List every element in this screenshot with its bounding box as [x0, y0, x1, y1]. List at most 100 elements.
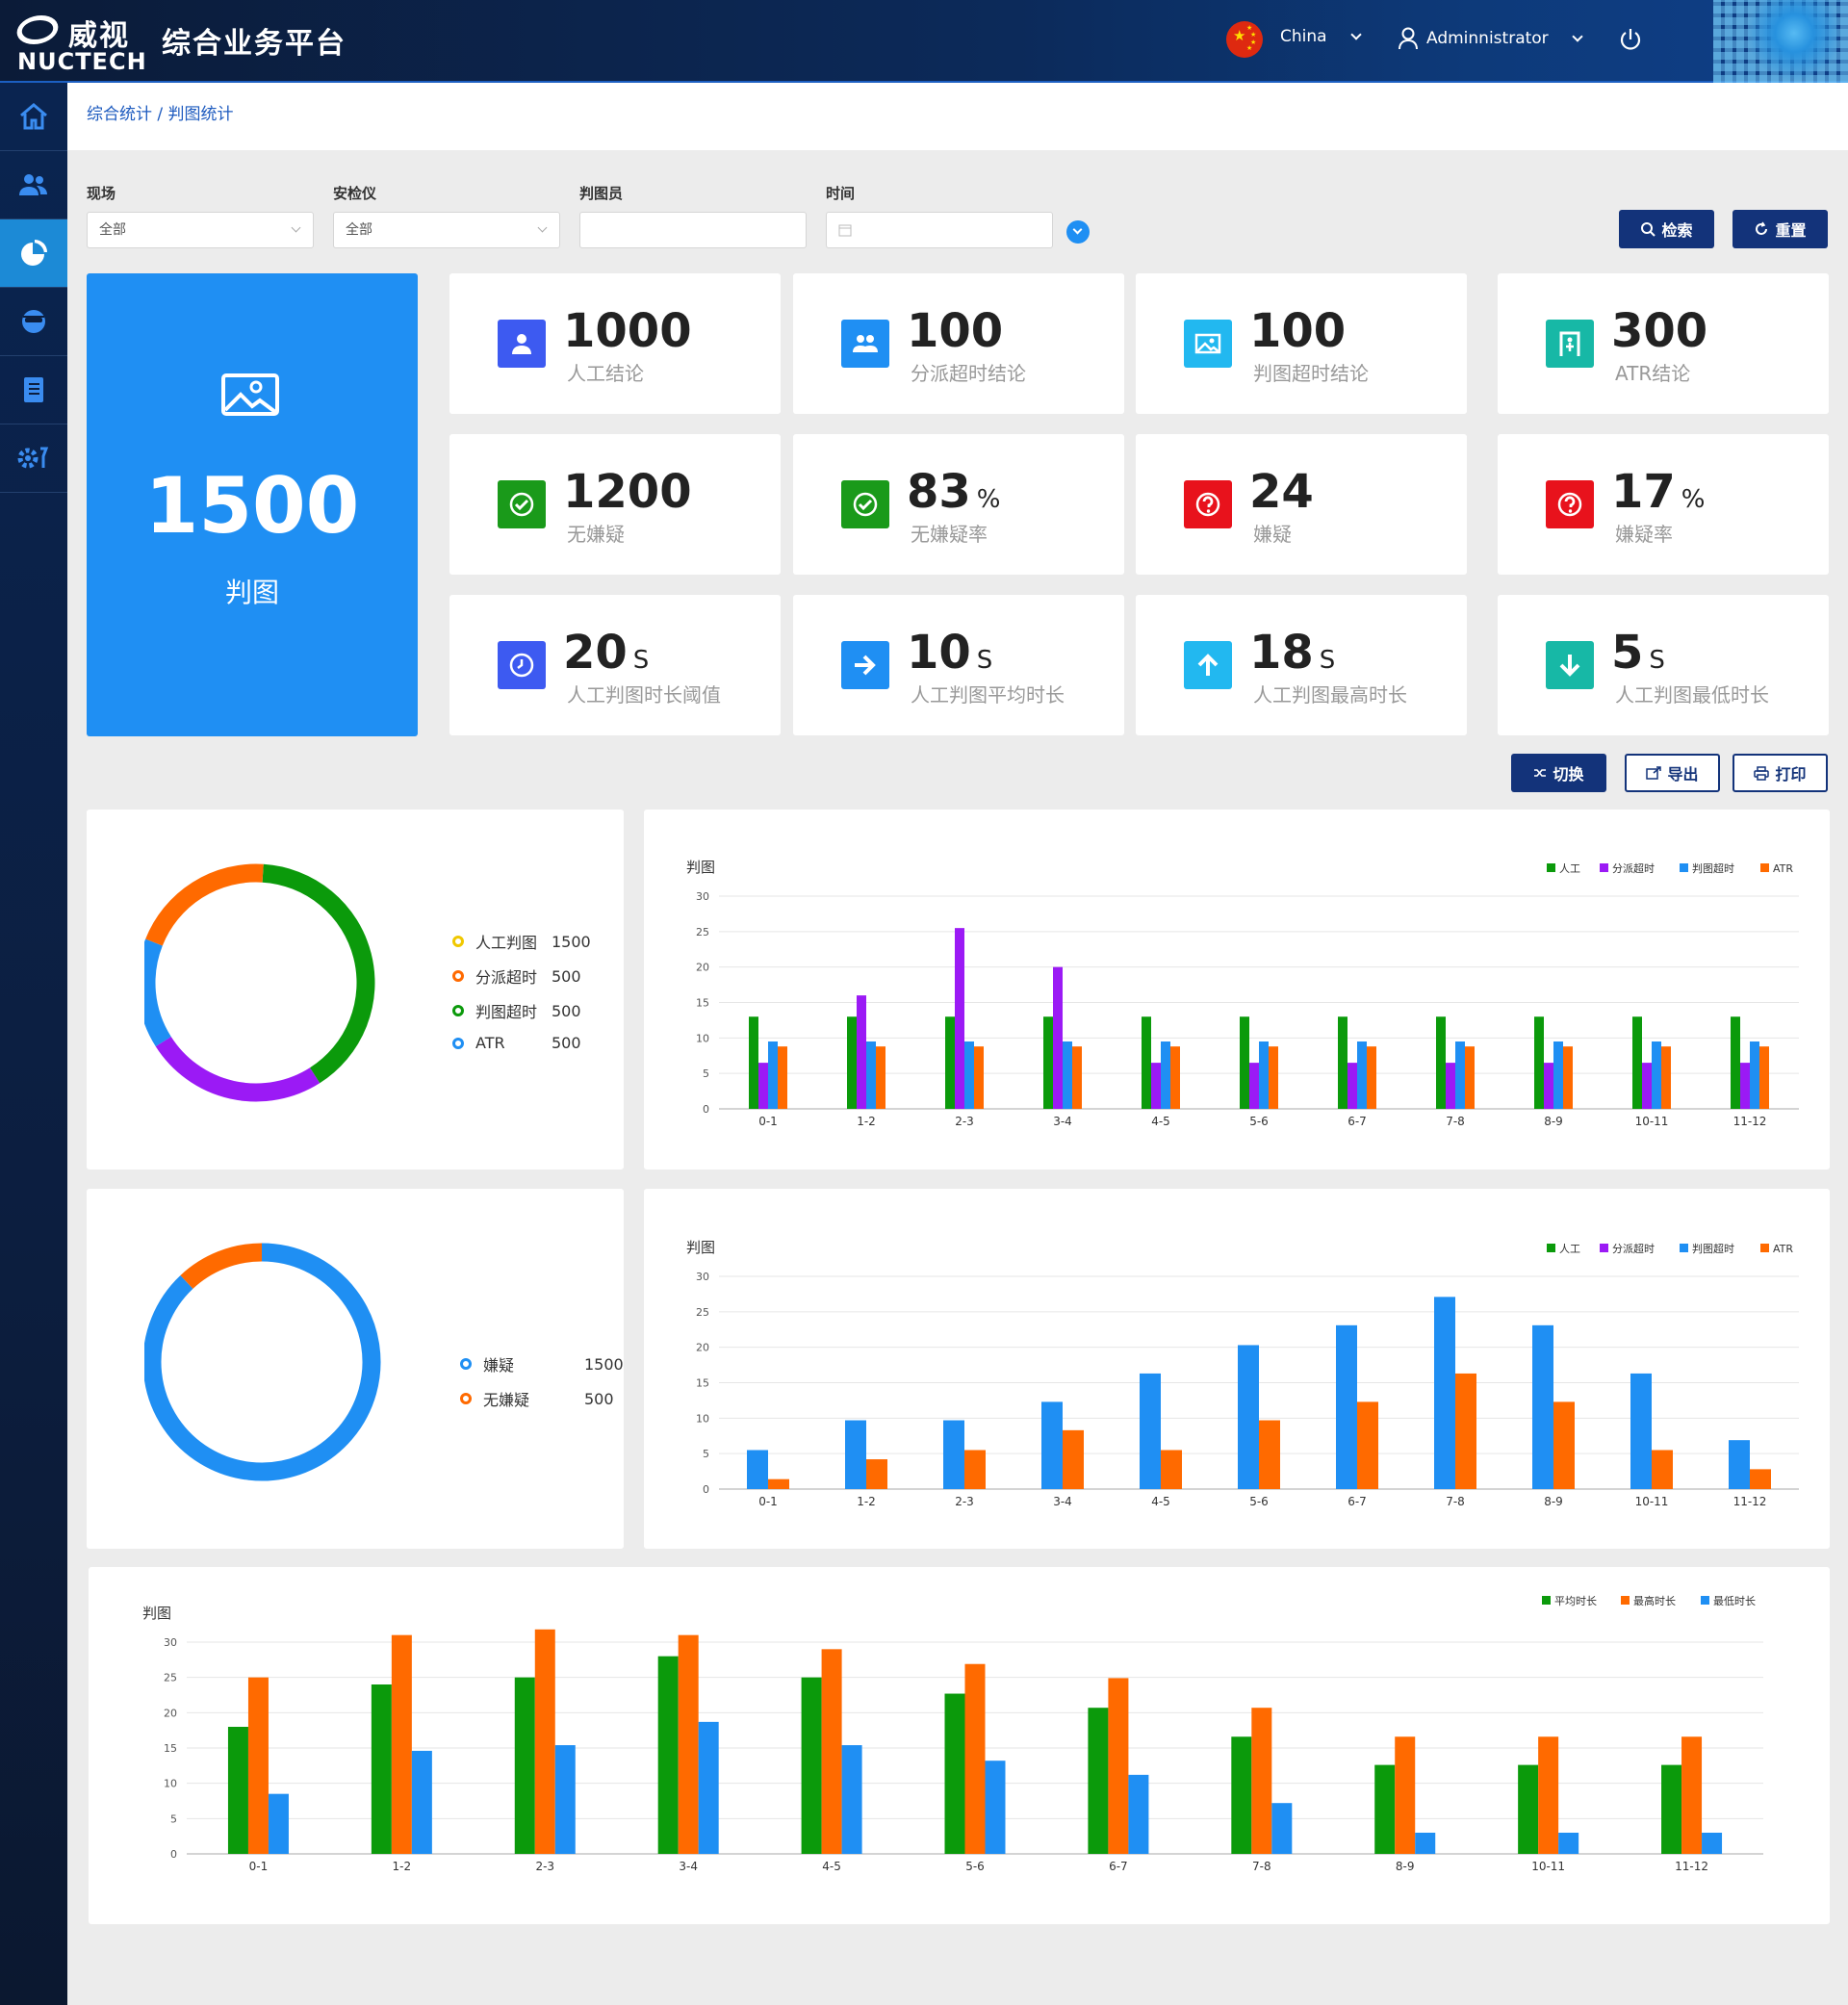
donut-legend-item[interactable]: 嫌疑 1500 — [460, 1352, 672, 1375]
bar[interactable] — [1632, 1016, 1642, 1109]
bar[interactable] — [411, 1750, 432, 1854]
bar[interactable] — [1231, 1736, 1252, 1854]
bar[interactable] — [227, 1727, 248, 1854]
bar[interactable] — [1446, 1063, 1455, 1109]
donut-legend-item[interactable]: 人工判图 1500 — [452, 930, 664, 953]
bar[interactable] — [749, 1016, 758, 1109]
bar[interactable] — [534, 1629, 555, 1854]
bar[interactable] — [247, 1677, 269, 1854]
bar[interactable] — [1338, 1016, 1348, 1109]
donut-slice[interactable] — [144, 1243, 381, 1481]
bar[interactable] — [1140, 1373, 1161, 1489]
bar[interactable] — [768, 1041, 778, 1109]
bar[interactable] — [876, 1046, 886, 1109]
bar[interactable] — [1053, 966, 1063, 1109]
bar[interactable] — [1088, 1708, 1109, 1854]
bar[interactable] — [985, 1761, 1006, 1854]
bar[interactable] — [1271, 1803, 1293, 1854]
bar[interactable] — [1357, 1041, 1367, 1109]
bar[interactable] — [1642, 1063, 1652, 1109]
bar[interactable] — [1367, 1046, 1376, 1109]
bar[interactable] — [1238, 1345, 1259, 1489]
bar[interactable] — [974, 1046, 984, 1109]
bar[interactable] — [1436, 1016, 1446, 1109]
bar[interactable] — [1538, 1736, 1559, 1854]
bar[interactable] — [866, 1041, 876, 1109]
bar[interactable] — [768, 1478, 789, 1489]
bar[interactable] — [1740, 1063, 1750, 1109]
bar[interactable] — [1731, 1016, 1740, 1109]
bar[interactable] — [1259, 1041, 1269, 1109]
donut-slice[interactable] — [145, 863, 264, 946]
user-menu[interactable]: Adminnistrator — [1398, 27, 1583, 50]
site-select[interactable]: 全部 — [87, 212, 314, 248]
bar[interactable] — [1043, 1016, 1053, 1109]
search-button[interactable]: 检索 — [1619, 210, 1714, 248]
bar[interactable] — [1161, 1450, 1182, 1489]
bar[interactable] — [1374, 1764, 1396, 1854]
bar[interactable] — [1170, 1046, 1180, 1109]
bar[interactable] — [943, 1420, 964, 1489]
bar[interactable] — [1702, 1833, 1723, 1854]
bar[interactable] — [1558, 1833, 1579, 1854]
bar[interactable] — [964, 1450, 986, 1489]
bar[interactable] — [698, 1721, 719, 1854]
bar[interactable] — [1128, 1774, 1149, 1854]
bar[interactable] — [1455, 1041, 1465, 1109]
bar[interactable] — [391, 1634, 412, 1854]
bar[interactable] — [1553, 1041, 1563, 1109]
donut-legend-item[interactable]: 分派超时 500 — [452, 964, 664, 988]
bar[interactable] — [778, 1046, 787, 1109]
bar[interactable] — [1661, 1764, 1682, 1854]
donut-slice[interactable] — [155, 1036, 321, 1102]
sidebar-item-records[interactable] — [0, 356, 67, 424]
bar[interactable] — [1534, 1016, 1544, 1109]
bar[interactable] — [964, 1663, 986, 1854]
bar[interactable] — [1434, 1297, 1455, 1489]
bar[interactable] — [1151, 1063, 1161, 1109]
bar[interactable] — [657, 1656, 679, 1854]
bar[interactable] — [1161, 1041, 1170, 1109]
bar[interactable] — [747, 1450, 768, 1489]
breadcrumb-parent[interactable]: 综合统计 — [87, 105, 152, 124]
sidebar-item-statistics[interactable] — [0, 219, 67, 288]
country-select[interactable]: China — [1280, 27, 1362, 46]
bar[interactable] — [1249, 1063, 1259, 1109]
bar[interactable] — [1750, 1041, 1759, 1109]
donut-slice[interactable] — [144, 938, 171, 1047]
print-button[interactable]: 打印 — [1732, 754, 1828, 792]
bar[interactable] — [1395, 1736, 1416, 1854]
bar[interactable] — [1563, 1046, 1573, 1109]
bar[interactable] — [1465, 1046, 1475, 1109]
bar[interactable] — [678, 1634, 699, 1854]
sidebar-item-home[interactable] — [0, 83, 67, 151]
donut-legend-item[interactable]: 无嫌疑 500 — [460, 1387, 672, 1410]
bar[interactable] — [514, 1677, 535, 1854]
bar[interactable] — [1063, 1429, 1084, 1489]
bar[interactable] — [758, 1063, 768, 1109]
bar[interactable] — [1269, 1046, 1278, 1109]
switch-button[interactable]: 切换 — [1511, 754, 1606, 792]
bar[interactable] — [1729, 1440, 1750, 1489]
bar[interactable] — [1759, 1046, 1769, 1109]
bar[interactable] — [1041, 1401, 1063, 1489]
donut-slice[interactable] — [262, 863, 375, 1084]
bar[interactable] — [1652, 1041, 1661, 1109]
bar[interactable] — [955, 928, 964, 1109]
bar[interactable] — [1750, 1469, 1771, 1489]
bar[interactable] — [1142, 1016, 1151, 1109]
bar[interactable] — [944, 1693, 965, 1854]
bar[interactable] — [1630, 1373, 1652, 1489]
operator-input[interactable] — [579, 212, 807, 248]
bar[interactable] — [1108, 1678, 1129, 1854]
power-icon[interactable] — [1618, 27, 1643, 52]
export-button[interactable]: 导出 — [1625, 754, 1720, 792]
bar[interactable] — [1336, 1324, 1357, 1489]
bar[interactable] — [1544, 1063, 1553, 1109]
bar[interactable] — [1251, 1708, 1272, 1854]
bar[interactable] — [1652, 1450, 1673, 1489]
bar[interactable] — [371, 1684, 392, 1854]
sidebar-item-inspector[interactable] — [0, 288, 67, 356]
bar[interactable] — [1553, 1401, 1575, 1489]
bar[interactable] — [964, 1041, 974, 1109]
